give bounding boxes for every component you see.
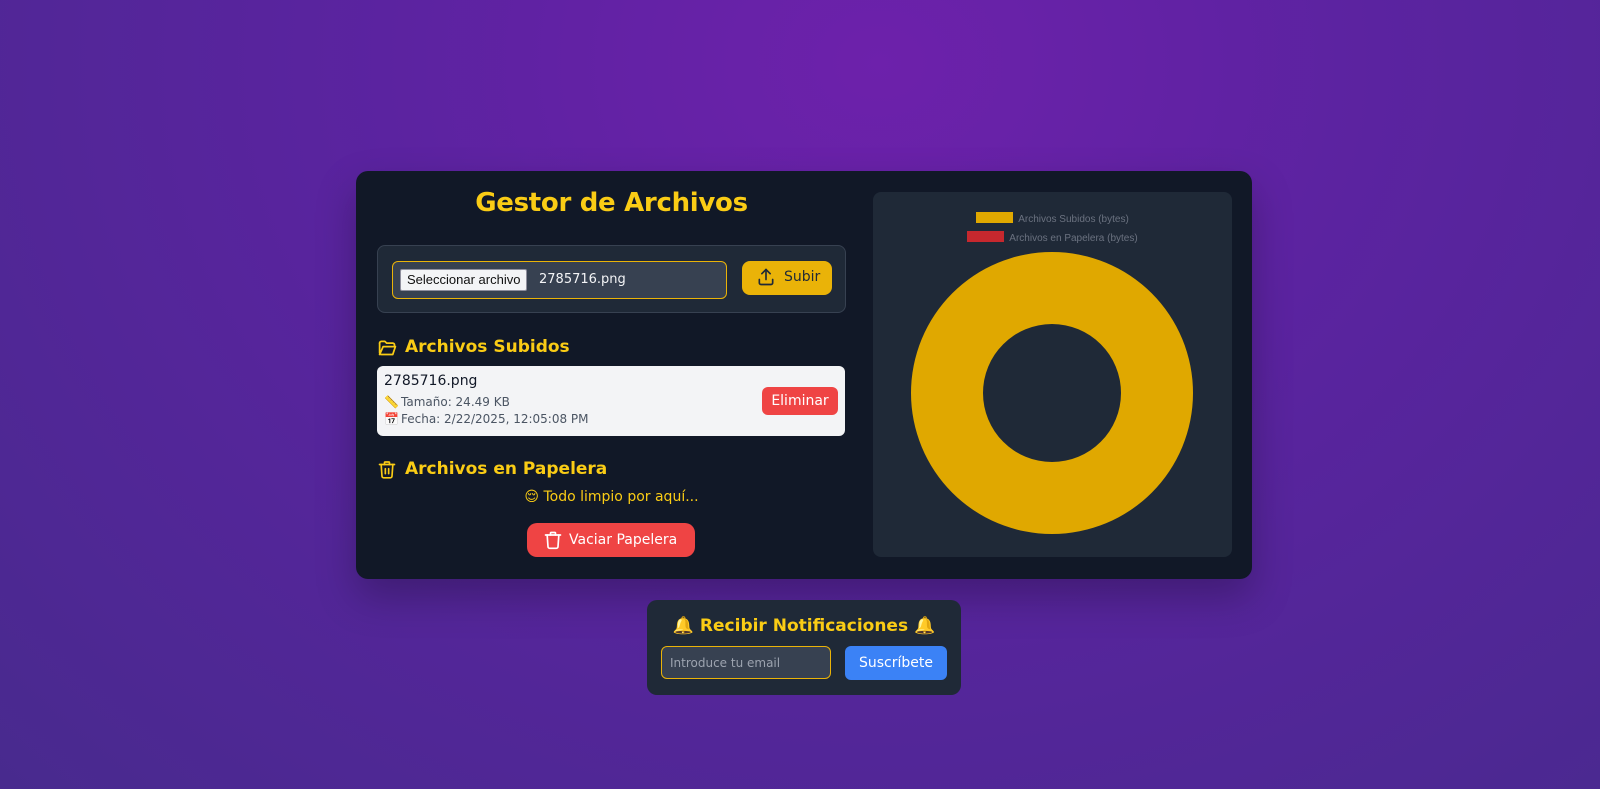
- file-size-text: Tamaño: 24.49 KB: [401, 395, 510, 409]
- file-manager-card: Gestor de Archivos Seleccionar archivo 2…: [356, 171, 1252, 579]
- email-input[interactable]: [661, 646, 831, 679]
- file-list-item: 2785716.png 📏 Tamaño: 24.49 KB 📅 Fecha: 2/…: [377, 366, 845, 436]
- notifications-title: 🔔 Recibir Notificaciones 🔔: [672, 616, 936, 636]
- notifications-panel: 🔔 Recibir Notificaciones 🔔 Suscríbete: [647, 600, 961, 695]
- storage-chart: Archivos Subidos (bytes) Archivos en Pap…: [873, 192, 1232, 557]
- file-input[interactable]: Seleccionar archivo 2785716.png: [392, 261, 727, 299]
- ruler-icon: 📏: [384, 395, 399, 409]
- trash-icon: [378, 461, 396, 479]
- delete-file-button[interactable]: Eliminar: [762, 387, 838, 415]
- uploaded-files-heading-text: Archivos Subidos: [405, 337, 570, 357]
- calendar-icon: 📅: [384, 412, 399, 426]
- choose-file-button[interactable]: Seleccionar archivo: [400, 269, 528, 291]
- trash-heading-text: Archivos en Papelera: [405, 459, 608, 479]
- empty-trash-button[interactable]: Vaciar Papelera: [527, 523, 695, 557]
- pie-slice-uploaded[interactable]: [911, 252, 1193, 534]
- folder-open-icon: [378, 340, 397, 356]
- doughnut-chart: [911, 252, 1193, 534]
- file-date-text: Fecha: 2/22/2025, 12:05:08 PM: [401, 412, 589, 426]
- trash-icon: [544, 531, 562, 550]
- selected-file-name: 2785716.png: [539, 272, 626, 287]
- upload-form: Seleccionar archivo 2785716.png Subir: [377, 245, 846, 313]
- page-title: Gestor de Archivos: [475, 188, 748, 218]
- empty-trash-button-label: Vaciar Papelera: [569, 532, 678, 548]
- file-size: 📏 Tamaño: 24.49 KB: [384, 395, 510, 409]
- file-date: 📅 Fecha: 2/22/2025, 12:05:08 PM: [384, 412, 589, 426]
- upload-button-label: Subir: [784, 269, 821, 285]
- trash-empty-message: 😌 Todo limpio por aquí...: [524, 489, 699, 505]
- upload-icon: [758, 268, 774, 286]
- upload-button[interactable]: Subir: [742, 261, 832, 295]
- file-name: 2785716.png: [384, 373, 478, 389]
- subscribe-button[interactable]: Suscríbete: [845, 646, 947, 680]
